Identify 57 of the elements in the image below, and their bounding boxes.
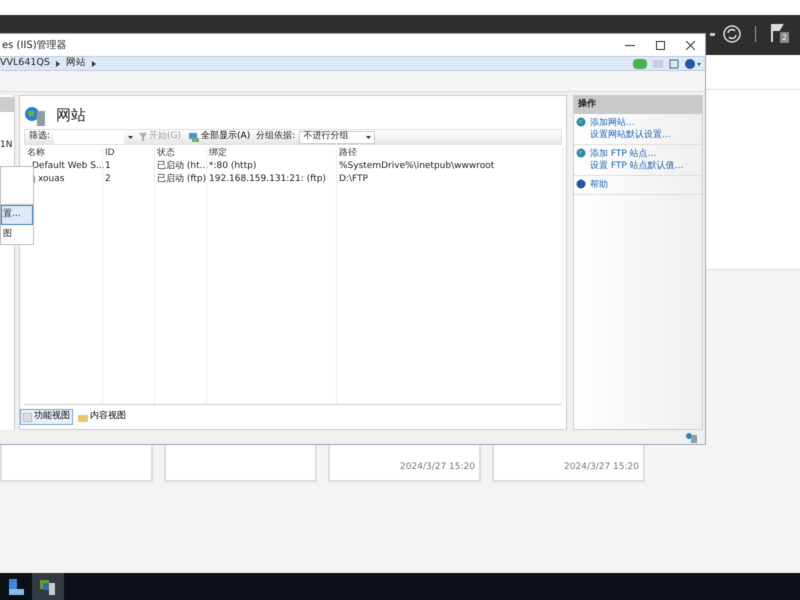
minimize-icon (625, 44, 635, 46)
table-cell-text: 已启动 (ftp) (156, 173, 206, 186)
filter-label: 筛选: (29, 130, 50, 144)
breadcrumb-arrow-icon[interactable] (56, 60, 60, 66)
table-cell-text: *:80 (http) (208, 160, 258, 173)
globe-icon (576, 148, 586, 158)
context-menu-item[interactable]: 置... (1, 205, 33, 224)
table-cell-text: 192.168.159.131:21: (ftp) (208, 173, 327, 186)
websites-icon (24, 104, 46, 126)
view-tab[interactable]: 内容视图 (75, 409, 129, 425)
help-icon[interactable] (685, 58, 701, 68)
page-title: 网站 (56, 105, 86, 126)
site-name[interactable]: Default Web S... (32, 160, 105, 174)
breadcrumb-item[interactable]: 网站 (66, 56, 86, 71)
flag-icon (770, 24, 784, 42)
status-server-icon (685, 432, 699, 444)
notifications-flag-button[interactable]: 2 (770, 24, 792, 44)
column-header[interactable]: 名称 (24, 146, 102, 160)
table-cell-text: 2 (104, 173, 112, 186)
group-by-label: 分组依据: (256, 130, 296, 144)
dropdown-icon[interactable] (710, 32, 715, 36)
filter-field[interactable] (54, 130, 124, 144)
breadcrumb-arrow-icon[interactable] (92, 60, 96, 66)
actions-header: 操作 (574, 96, 702, 114)
column-header[interactable]: 状态 (154, 146, 206, 160)
context-menu-item[interactable]: 图 (1, 224, 33, 244)
iis-manager-taskbar-icon[interactable] (32, 573, 64, 600)
window-title: es (IIS)管理器 (2, 38, 67, 52)
tile-timestamp: 2024/3/27 15:20 (564, 460, 639, 474)
table-cell-text: 1 (104, 160, 112, 173)
help-icon (576, 178, 586, 188)
action-link[interactable]: 添加网站... (590, 116, 671, 128)
caret-icon[interactable] (128, 136, 134, 138)
table-cell-text: %SystemDrive%\inetpub\wwwroot (338, 160, 496, 173)
group-by-dropdown[interactable]: 不进行分组 (299, 130, 376, 144)
monitor-icon (189, 132, 200, 142)
action-link[interactable]: 添加 FTP 站点... (590, 148, 684, 160)
action-link[interactable]: 设置网站默认设置... (590, 128, 671, 140)
action-link[interactable]: 帮助 (590, 178, 608, 190)
view-tab[interactable]: 功能视图 (20, 409, 73, 425)
tree-item[interactable]: 1N (0, 139, 12, 152)
tile-timestamp: 2024/3/27 15:20 (400, 460, 475, 474)
caret-icon (366, 136, 372, 138)
maximize-icon (656, 40, 664, 50)
column-header[interactable]: 绑定 (206, 146, 336, 160)
action-link[interactable]: 设置 FTP 站点默认值... (590, 160, 684, 172)
notification-count-badge: 2 (780, 32, 790, 43)
close-icon (686, 40, 694, 50)
breadcrumb-item[interactable]: VVL641QS (0, 56, 50, 71)
funnel-icon (139, 133, 148, 141)
globe-icon (576, 116, 586, 126)
column-header[interactable]: 路径 (336, 146, 562, 160)
table-cell-text: D:\FTP (338, 173, 369, 186)
show-all-button[interactable]: 全部显示(A) (187, 130, 252, 144)
column-header[interactable]: ID (102, 146, 154, 160)
site-name[interactable]: xouas (38, 172, 64, 186)
table-cell-text: 已启动 (ht... (156, 160, 206, 173)
